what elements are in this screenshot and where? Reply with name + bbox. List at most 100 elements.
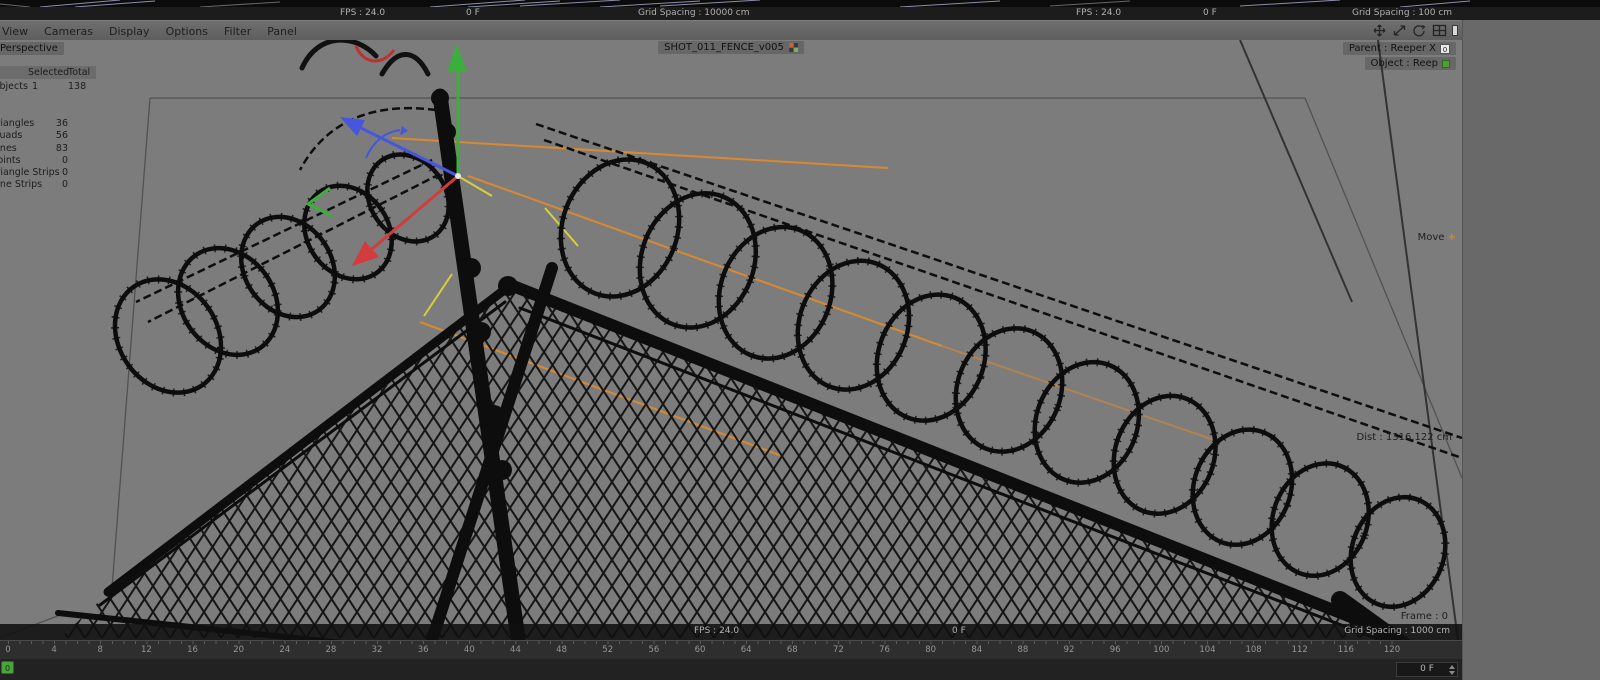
parent-object-label: Parent : Reeper X (1348, 43, 1436, 54)
viewport-info-bar: FPS : 24.0 0 F Grid Spacing : 1000 cm (0, 624, 1462, 640)
timeline-tick-label: 84 (971, 645, 983, 655)
fps-label: FPS : 24.0 (340, 8, 386, 18)
hud-total-header: Total (68, 67, 91, 78)
camera-distance-label: Dist : 1316.122 cm (1356, 432, 1452, 443)
toggle-layout-icon[interactable] (1432, 24, 1447, 37)
timeline-tick-label: 76 (879, 645, 890, 655)
frame-counter: 0 F (466, 8, 480, 18)
timeline-tick-label: 8 (97, 645, 103, 655)
perspective-viewport[interactable]: Perspective SHOT_011_FENCE_v005 Parent :… (0, 40, 1462, 640)
panel-toggle-icon[interactable] (1452, 25, 1458, 36)
timeline-tick-label: 32 (371, 645, 383, 655)
timeline-lower-row: 0 0 F (0, 659, 1462, 680)
scene-3d-render (0, 40, 1462, 640)
zoom-view-icon[interactable] (1392, 24, 1407, 37)
timeline-tick-label: 72 (832, 645, 844, 655)
frame-number-field[interactable]: 0 F (1396, 662, 1458, 677)
rotate-view-icon[interactable] (1412, 24, 1427, 37)
timeline-ruler[interactable]: 0 4 8 12 16 20 24 28 32 36 40 44 48 52 56 60 64 68 72 76 80 8… (0, 641, 1462, 659)
camera-label[interactable]: Perspective (0, 42, 64, 55)
active-object-chip: Object : Reep (1364, 57, 1456, 70)
spinner-up-icon[interactable] (1449, 665, 1455, 669)
hud-objects-label: Objects (0, 81, 28, 92)
hud-stat-row: Quads56 (0, 130, 68, 142)
chain-link-mesh (60, 286, 1390, 638)
timeline-tick-label: 56 (648, 645, 660, 655)
scene-marker-icon (788, 43, 798, 52)
frame-spinner (1447, 663, 1456, 676)
timeline-tick-label: 120 (1383, 645, 1401, 655)
hud-stat-row: Line Strips0 (0, 179, 68, 191)
hud-stat-row: Triangles36 (0, 118, 68, 129)
timeline-tick-label: 0 (5, 645, 11, 655)
timeline-tick-label: 12 (140, 645, 152, 655)
timeline-tick-label: 68 (786, 645, 798, 655)
move-cursor-icon: + (1447, 232, 1456, 243)
timeline-tick-label: 16 (187, 645, 198, 655)
viewport-menus: View Cameras Display Options Filter Pane… (0, 21, 305, 41)
timeline-tick-label: 60 (694, 645, 706, 655)
timeline-tick-label: 108 (1245, 645, 1262, 655)
timeline-tick-label: 104 (1199, 645, 1216, 655)
hud-stat-row: Triangle Strips0 (0, 167, 68, 179)
timeline-tick-label: 80 (925, 645, 937, 655)
hud-selected-header: Selected (28, 67, 70, 78)
timeline: 0 4 8 12 16 20 24 28 32 36 40 44 48 52 56 60 64 68 72 76 80 8… (0, 640, 1462, 680)
pan-view-icon[interactable] (1372, 24, 1387, 37)
current-frame-label: Frame : 0 (1400, 611, 1448, 622)
timeline-tick-label: 24 (279, 645, 291, 655)
hud-stat-row: Points0 (0, 154, 68, 166)
fps-label: FPS : 24.0 (1076, 8, 1122, 18)
menu-options[interactable]: Options (158, 25, 216, 38)
timeline-tick-label: 36 (417, 645, 429, 655)
hud-objects-total: 138 (68, 81, 87, 92)
upper-viewport-wireframe-sliver (0, 0, 1471, 7)
timeline-tick-label: 28 (325, 645, 337, 655)
gizmo-z-axis-handle (340, 117, 365, 136)
timeline-tick-label: 44 (510, 645, 521, 655)
grid-spacing-label: Grid Spacing : 1000 cm (1344, 626, 1450, 636)
menu-cameras[interactable]: Cameras (36, 25, 101, 38)
hud-objects-row: Objects 1 138 (0, 81, 96, 94)
timeline-tick-label: 52 (602, 645, 614, 655)
timeline-tick-label: 92 (1063, 645, 1075, 655)
fps-label: FPS : 24.0 (694, 626, 740, 636)
spinner-down-icon[interactable] (1449, 671, 1455, 675)
scene-name-label: SHOT_011_FENCE_v005 (664, 42, 784, 53)
menu-view[interactable]: View (0, 25, 36, 38)
current-frame-marker[interactable]: 0 (1, 661, 14, 674)
scene-stats-hud: Selected Total Objects 1 138 Triangles36… (0, 66, 96, 192)
timeline-tick-label: 64 (740, 645, 752, 655)
scene-name-chip: SHOT_011_FENCE_v005 (658, 41, 804, 54)
timeline-tick-label: 112 (1291, 645, 1308, 655)
right-panel (1462, 20, 1600, 680)
parent-object-chip: Parent : Reeper X 0 (1342, 42, 1456, 55)
timeline-tick-label: 48 (556, 645, 568, 655)
layer-badge: 0 (1440, 43, 1450, 54)
active-tool-label: Move + (1417, 232, 1456, 243)
frame-counter: 0 F (1203, 8, 1217, 18)
viewport-menu-bar: View Cameras Display Options Filter Pane… (0, 20, 1462, 40)
timeline-tick-label: 20 (233, 645, 245, 655)
frame-number-value: 0 F (1420, 664, 1434, 674)
menu-panel[interactable]: Panel (259, 25, 305, 38)
menu-display[interactable]: Display (101, 25, 158, 38)
frame-counter: 0 F (952, 626, 966, 636)
timeline-tick-label: 40 (463, 645, 475, 655)
hud-stat-row: Lines83 (0, 142, 68, 154)
hud-header: Selected Total (0, 66, 96, 79)
timeline-tick-label: 4 (51, 645, 57, 655)
object-tag-icon (1442, 59, 1450, 68)
timeline-tick-label: 96 (1109, 645, 1121, 655)
cinema4d-window: FPS : 24.0 0 F Grid Spacing : 10000 cm F… (0, 0, 1600, 680)
timeline-tick-label: 88 (1017, 645, 1029, 655)
gizmo-y-axis-handle (447, 44, 467, 72)
upper-viewports-strip: FPS : 24.0 0 F Grid Spacing : 10000 cm F… (0, 0, 1600, 20)
menu-filter[interactable]: Filter (216, 25, 259, 38)
grid-spacing-label: Grid Spacing : 100 cm (1352, 8, 1453, 18)
grid-spacing-label: Grid Spacing : 10000 cm (638, 8, 750, 18)
active-object-label: Object : Reep (1370, 58, 1438, 69)
upper-viewports-info-bar: FPS : 24.0 0 F Grid Spacing : 10000 cm F… (0, 7, 1600, 20)
hud-objects-selected: 1 (32, 81, 39, 92)
timeline-tick-label: 100 (1153, 645, 1170, 655)
